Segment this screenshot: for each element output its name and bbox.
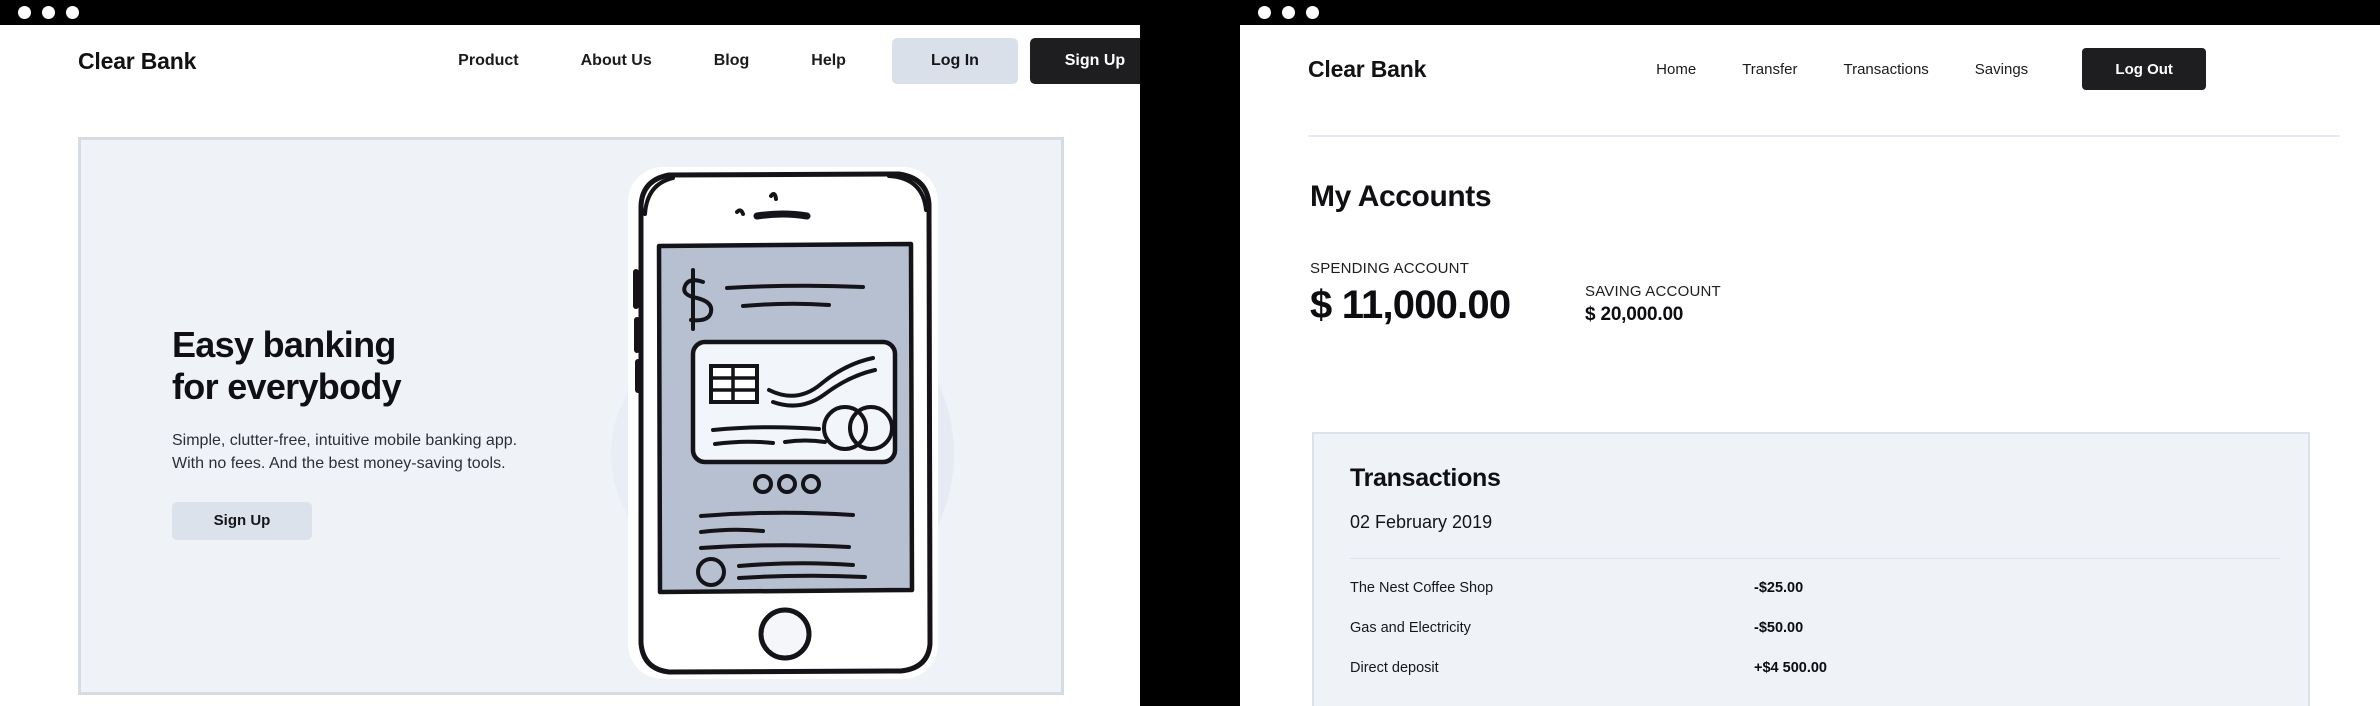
minimize-dot[interactable]	[42, 6, 55, 19]
nav-link-about-us[interactable]: About Us	[581, 52, 652, 70]
dashboard-nav-links: Home Transfer Transactions Savings	[1656, 61, 2028, 78]
transaction-name: The Nest Coffee Shop	[1350, 580, 1494, 596]
sign-up-button-hero[interactable]: Sign Up	[172, 501, 312, 540]
desktop-stage: Clear Bank Product About Us Blog Help Lo…	[0, 0, 2380, 706]
marketing-viewport: Clear Bank Product About Us Blog Help Lo…	[0, 25, 1140, 706]
marketing-nav-links: Product About Us Blog Help	[458, 52, 846, 70]
transaction-name: Gas and Electricity	[1350, 620, 1471, 636]
brand-logo-left[interactable]: Clear Bank	[78, 48, 196, 75]
account-label-spending: SPENDING ACCOUNT	[1310, 260, 1470, 277]
account-label-saving: SAVING ACCOUNT	[1585, 283, 1721, 300]
table-row[interactable]: Gas and Electricity -$50.00	[1314, 615, 2308, 641]
marketing-nav-actions: Log In Sign Up	[891, 38, 1140, 84]
nav-link-blog[interactable]: Blog	[714, 52, 750, 70]
transactions-card: Transactions 02 February 2019 The Nest C…	[1312, 432, 2310, 706]
nav-link-transfer[interactable]: Transfer	[1742, 61, 1797, 78]
transaction-name: Direct deposit	[1350, 660, 1439, 676]
transactions-heading: Transactions	[1350, 464, 1501, 492]
log-in-button[interactable]: Log In	[891, 38, 1018, 84]
titlebar-right	[1240, 0, 2380, 25]
hero-copy: Easy banking for everybody Simple, clutt…	[172, 324, 602, 540]
account-balance-spending: $ 11,000.00	[1310, 283, 1511, 327]
nav-link-savings[interactable]: Savings	[1975, 61, 2028, 78]
account-summary-saving[interactable]: SAVING ACCOUNT $ 20,000.00	[1585, 283, 1721, 326]
titlebar-left	[0, 0, 1140, 25]
header-divider	[1308, 135, 2340, 137]
transactions-date: 02 February 2019	[1350, 512, 1493, 532]
page-title: My Accounts	[1310, 180, 1492, 213]
close-dot[interactable]	[1258, 6, 1271, 19]
browser-window-marketing: Clear Bank Product About Us Blog Help Lo…	[0, 0, 1140, 706]
sign-up-button-nav[interactable]: Sign Up	[1029, 38, 1140, 84]
nav-link-help[interactable]: Help	[811, 52, 846, 70]
transactions-list: The Nest Coffee Shop -$25.00 Gas and Ele…	[1314, 575, 2308, 681]
dashboard-navbar: Clear Bank Home Transfer Transactions Sa…	[1240, 25, 2380, 113]
hero-headline: Easy banking for everybody	[172, 324, 402, 407]
minimize-dot[interactable]	[1282, 6, 1295, 19]
nav-link-product[interactable]: Product	[458, 52, 518, 70]
table-row[interactable]: Direct deposit +$4 500.00	[1314, 655, 2308, 681]
transaction-amount: +$4 500.00	[1754, 660, 1827, 676]
maximize-dot[interactable]	[66, 6, 79, 19]
browser-window-dashboard: Clear Bank Home Transfer Transactions Sa…	[1240, 0, 2380, 706]
transaction-amount: -$50.00	[1754, 620, 1804, 636]
smartphone-sketch-illustration	[581, 154, 1011, 692]
nav-link-transactions[interactable]: Transactions	[1843, 61, 1928, 78]
account-summary-spending[interactable]: SPENDING ACCOUNT $ 11,000.00	[1310, 260, 1511, 328]
table-row[interactable]: The Nest Coffee Shop -$25.00	[1314, 575, 2308, 601]
maximize-dot[interactable]	[1306, 6, 1319, 19]
nav-link-home[interactable]: Home	[1656, 61, 1696, 78]
close-dot[interactable]	[18, 6, 31, 19]
transactions-divider	[1350, 558, 2280, 559]
hero-subtitle: Simple, clutter-free, intuitive mobile b…	[172, 431, 518, 473]
log-out-button[interactable]: Log Out	[2082, 48, 2207, 90]
account-balance-saving: $ 20,000.00	[1585, 304, 1684, 325]
transaction-amount: -$25.00	[1754, 580, 1804, 596]
brand-logo-right[interactable]: Clear Bank	[1308, 56, 1426, 83]
marketing-navbar: Clear Bank Product About Us Blog Help Lo…	[0, 25, 1140, 97]
hero-section: Easy banking for everybody Simple, clutt…	[78, 137, 1064, 695]
dashboard-viewport: Clear Bank Home Transfer Transactions Sa…	[1240, 25, 2380, 706]
